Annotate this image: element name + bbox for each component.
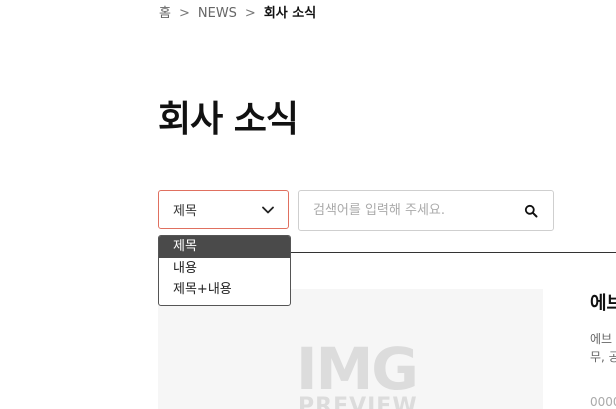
card-image-placeholder[interactable]: IMG PREVIEW bbox=[158, 289, 543, 409]
dropdown-option-content[interactable]: 내용 bbox=[159, 258, 290, 280]
search-type-select[interactable]: 제목 bbox=[158, 190, 289, 229]
breadcrumb-news-link[interactable]: NEWS bbox=[198, 5, 237, 23]
breadcrumb-current: 회사 소식 bbox=[263, 6, 317, 21]
dropdown-option-title[interactable]: 제목 bbox=[159, 236, 290, 258]
card-title[interactable]: 에브 bbox=[590, 292, 616, 316]
breadcrumb-separator: > bbox=[244, 6, 256, 21]
dropdown-option-title-content[interactable]: 제목+내용 bbox=[159, 279, 290, 301]
card-date: 0000 bbox=[590, 395, 616, 409]
news-page: 홈 > NEWS > 회사 소식 회사 소식 제목 IMG PREVIEW 에브… bbox=[0, 0, 616, 409]
chevron-down-icon bbox=[262, 206, 274, 214]
breadcrumb-home-link[interactable]: 홈 bbox=[159, 5, 171, 23]
search-input[interactable] bbox=[313, 203, 523, 218]
search-type-value: 제목 bbox=[173, 204, 197, 219]
search-icon[interactable] bbox=[523, 203, 539, 219]
breadcrumb-separator: > bbox=[178, 6, 190, 21]
search-field bbox=[298, 190, 554, 231]
breadcrumb: 홈 > NEWS > 회사 소식 bbox=[159, 5, 316, 23]
page-title: 회사 소식 bbox=[158, 99, 299, 140]
image-placeholder-text: IMG bbox=[296, 335, 419, 403]
image-placeholder-subtext: PREVIEW bbox=[298, 394, 418, 409]
search-type-dropdown: 제목 내용 제목+내용 bbox=[158, 235, 291, 306]
card-description-line: 에브 bbox=[590, 332, 613, 346]
card-description-line: 무, 공 bbox=[590, 350, 616, 364]
card-description: 에브 무, 공 bbox=[590, 330, 616, 366]
